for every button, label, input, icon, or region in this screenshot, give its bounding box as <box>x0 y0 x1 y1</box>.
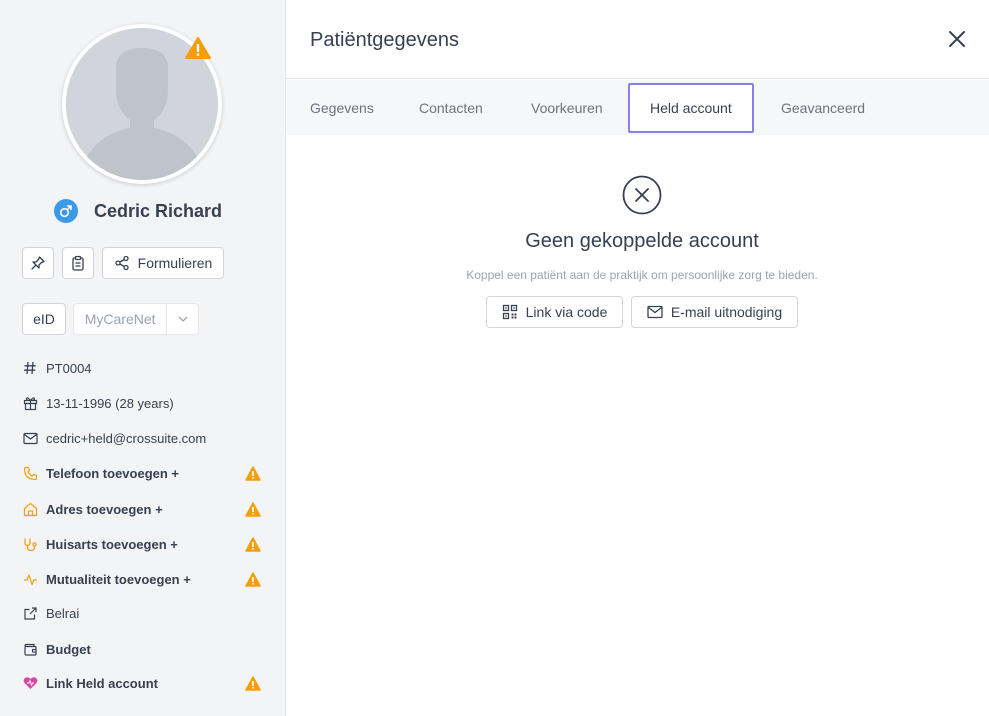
belrai-row[interactable]: Belrai <box>22 603 266 623</box>
gift-icon <box>22 395 38 411</box>
add-address-row[interactable]: Adres toevoegen + <box>22 499 266 519</box>
add-insurance-row[interactable]: Mutualiteit toevoegen + <box>22 569 266 589</box>
mail-icon <box>647 305 663 319</box>
belrai-link[interactable]: Belrai <box>46 606 266 621</box>
birthdate: 13-11-1996 (28 years) <box>46 395 174 411</box>
empty-state-subtitle: Koppel een patiënt aan de praktijk om pe… <box>466 268 818 282</box>
empty-state-title: Geen gekoppelde account <box>525 230 759 252</box>
add-insurance-link[interactable]: Mutualiteit toevoegen + <box>46 572 245 587</box>
budget-row[interactable]: Budget <box>22 639 266 659</box>
eid-button-label: eID <box>33 311 55 327</box>
tab-voorkeuren[interactable]: Voorkeuren <box>531 80 603 135</box>
share-icon <box>114 255 129 271</box>
add-phone-link[interactable]: Telefoon toevoegen + <box>46 466 245 481</box>
phone-icon <box>22 465 38 481</box>
avatar-wrap <box>62 24 222 184</box>
home-icon <box>22 501 38 517</box>
warning-icon <box>245 675 261 691</box>
wallet-icon <box>22 641 38 657</box>
patient-details-panel: Patiëntgegevens Gegevens Contacten Voork… <box>286 0 989 716</box>
patient-id-row: PT0004 <box>22 358 266 378</box>
add-phone-row[interactable]: Telefoon toevoegen + <box>22 463 266 483</box>
email-invite-label: E-mail uitnodiging <box>670 304 783 320</box>
pin-button[interactable] <box>22 247 54 279</box>
stethoscope-icon <box>22 536 38 552</box>
warning-icon <box>245 571 261 587</box>
clipboard-button[interactable] <box>62 247 94 279</box>
patient-name: Cedric Richard <box>94 200 223 221</box>
link-held-row[interactable]: Link Held account <box>22 673 266 693</box>
mycarenet-label[interactable]: MyCareNet <box>74 311 166 327</box>
warning-icon <box>245 536 261 552</box>
tab-contacten[interactable]: Contacten <box>419 80 483 135</box>
mail-icon <box>22 430 38 446</box>
page-title: Patiëntgegevens <box>310 29 460 51</box>
external-link-icon <box>22 605 38 621</box>
add-gp-row[interactable]: Huisarts toevoegen + <box>22 534 266 554</box>
link-held-link[interactable]: Link Held account <box>46 676 245 691</box>
email[interactable]: cedric+held@crossuite.com <box>46 431 266 446</box>
eid-button[interactable]: eID <box>22 303 66 335</box>
forms-button[interactable]: Formulieren <box>102 247 224 279</box>
add-address-link[interactable]: Adres toevoegen + <box>46 502 245 517</box>
birthdate-row: 13-11-1996 (28 years) <box>22 393 266 413</box>
heart-icon <box>22 675 38 691</box>
pin-icon <box>31 256 45 270</box>
tab-gegevens[interactable]: Gegevens <box>310 80 374 135</box>
budget-link[interactable]: Budget <box>46 642 266 657</box>
patient-name-row: Cedric Richard <box>54 199 222 223</box>
warning-icon <box>245 465 261 481</box>
panel-header: Patiëntgegevens <box>286 0 989 79</box>
chevron-down-icon <box>178 316 188 322</box>
email-invite-button[interactable]: E-mail uitnodiging <box>631 296 798 328</box>
link-via-code-label: Link via code <box>525 304 608 320</box>
add-gp-link[interactable]: Huisarts toevoegen + <box>46 537 245 552</box>
link-via-code-button[interactable]: Link via code <box>486 296 623 328</box>
mycarenet-split-button[interactable]: MyCareNet <box>73 303 199 335</box>
tab-bar: Gegevens Contacten Voorkeuren Held accou… <box>286 80 989 135</box>
email-row: cedric+held@crossuite.com <box>22 428 266 448</box>
tab-geavanceerd[interactable]: Geavanceerd <box>781 80 865 135</box>
x-circle-icon <box>622 175 662 215</box>
warning-icon <box>185 37 211 59</box>
warning-icon <box>245 501 261 517</box>
tab-held-account[interactable]: Held account <box>628 83 754 133</box>
qr-code-icon <box>502 304 517 320</box>
close-icon[interactable] <box>947 29 967 49</box>
clipboard-icon <box>72 255 84 271</box>
patient-sidebar: Cedric Richard Formulieren eID MyCareNet <box>0 0 286 716</box>
forms-button-label: Formulieren <box>137 255 213 271</box>
male-icon <box>54 199 78 223</box>
patient-id: PT0004 <box>46 360 92 376</box>
mycarenet-dropdown-toggle[interactable] <box>166 304 198 334</box>
activity-icon <box>22 571 38 587</box>
hash-icon <box>22 360 38 376</box>
